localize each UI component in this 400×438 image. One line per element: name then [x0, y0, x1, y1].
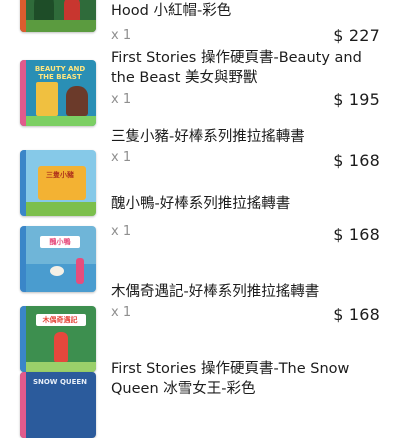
price-label: $ 195 — [333, 90, 380, 109]
cover-title-text: SNOW QUEEN — [32, 378, 88, 386]
cover-ground — [26, 20, 96, 32]
cover-pinocchio — [54, 332, 68, 362]
product-title[interactable]: 木偶奇遇記-好棒系列推拉搖轉書 — [111, 282, 386, 302]
cover-title-text: 木偶奇遇記 — [42, 316, 78, 324]
cover-ground — [26, 362, 96, 372]
cover-beast — [66, 86, 88, 116]
product-thumbnail[interactable] — [20, 0, 96, 32]
product-title[interactable]: First Stories 操作硬頁書-Beauty and the Beast… — [111, 48, 386, 88]
price-label: $ 168 — [333, 225, 380, 244]
product-thumbnail[interactable]: BEAUTY AND THE BEAST — [20, 60, 96, 126]
product-thumbnail[interactable]: 醜小鴨 — [20, 226, 96, 292]
cover-castle — [36, 82, 58, 116]
product-title[interactable]: 三隻小豬-好棒系列推拉搖轉書 — [111, 127, 386, 147]
price-label: $ 227 — [333, 26, 380, 45]
quantity-label: x 1 — [111, 224, 132, 239]
product-thumbnail[interactable]: 三隻小豬 — [20, 150, 96, 216]
cover-title-text: 醜小鴨 — [49, 238, 71, 246]
product-title[interactable]: Hood 小紅帽-彩色 — [111, 1, 386, 21]
cover-ground — [26, 202, 96, 216]
list-item[interactable]: SNOW QUEEN First Stories 操作硬頁書-The Snow … — [0, 361, 400, 438]
cover-duck — [50, 266, 64, 276]
product-title[interactable]: 醜小鴨-好棒系列推拉搖轉書 — [111, 194, 386, 214]
product-title[interactable]: First Stories 操作硬頁書-The Snow Queen 冰雪女王-… — [111, 359, 386, 399]
price-label: $ 168 — [333, 305, 380, 324]
product-thumbnail[interactable]: 木偶奇遇記 — [20, 306, 96, 372]
cover-title-text: BEAUTY AND THE BEAST — [34, 65, 86, 81]
quantity-label: x 1 — [111, 305, 132, 320]
price-label: $ 168 — [333, 151, 380, 170]
quantity-label: x 1 — [111, 92, 132, 107]
quantity-label: x 1 — [111, 150, 132, 165]
book-spine — [20, 372, 26, 438]
cover-title-text: 三隻小豬 — [46, 171, 74, 179]
product-thumbnail[interactable]: SNOW QUEEN — [20, 372, 96, 438]
cover-ground — [26, 116, 96, 126]
cover-reeds — [76, 258, 84, 284]
quantity-label: x 1 — [111, 28, 132, 43]
